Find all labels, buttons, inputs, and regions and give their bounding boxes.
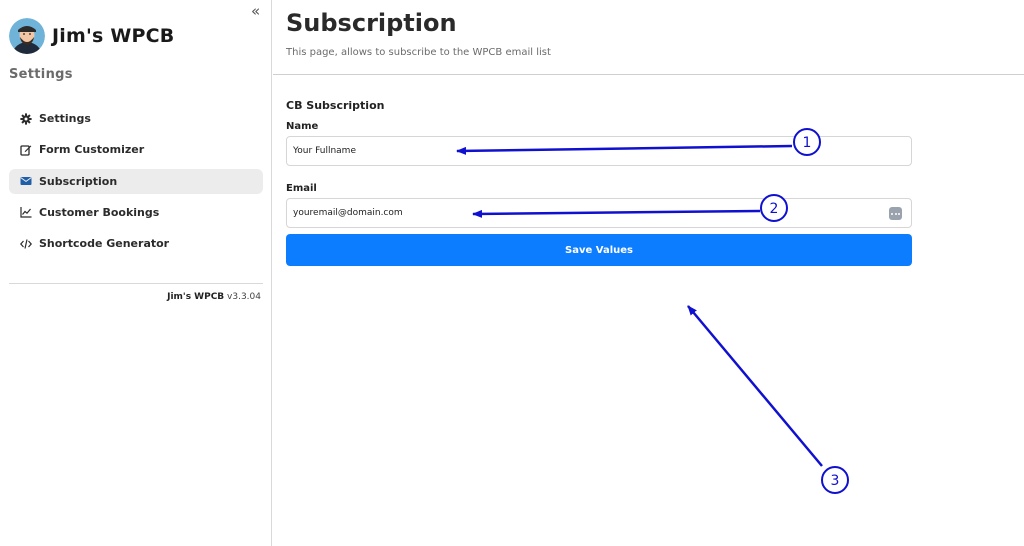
sidebar-nav: Settings Form Customizer Subscription Cu… (9, 106, 263, 262)
save-values-button[interactable]: Save Values (286, 234, 912, 266)
name-label: Name (286, 121, 319, 132)
line-chart-icon (20, 206, 32, 218)
gear-icon (20, 112, 32, 125)
sidebar-item-form-customizer[interactable]: Form Customizer (9, 137, 263, 162)
form-title: CB Subscription (286, 99, 385, 112)
brand: Jim's WPCB (9, 18, 174, 54)
sidebar-item-settings[interactable]: Settings (9, 106, 263, 131)
callout-number-3: 3 (831, 473, 840, 489)
code-icon (20, 238, 32, 250)
sidebar-item-label: Subscription (39, 174, 118, 188)
callout-circle-3 (821, 466, 849, 494)
sidebar-item-customer-bookings[interactable]: Customer Bookings (9, 200, 263, 225)
version-info: Jim's WPCB v3.3.04 (167, 292, 261, 302)
sidebar: « Jim's WPCB Settings Settings Form Cust… (0, 0, 272, 546)
avatar (9, 18, 45, 54)
name-field[interactable]: Your Fullname (286, 136, 912, 166)
sidebar-item-label: Form Customizer (39, 143, 145, 157)
email-field-value: youremail@domain.com (293, 208, 403, 218)
email-field[interactable]: youremail@domain.com (286, 198, 912, 228)
callout-arrow-3 (687, 305, 823, 467)
page-title: Subscription (286, 9, 457, 37)
version-number: v3.3.04 (227, 292, 261, 302)
autofill-icon[interactable] (889, 207, 902, 220)
sidebar-item-label: Shortcode Generator (39, 237, 170, 251)
edit-icon (20, 144, 32, 156)
version-name: Jim's WPCB (167, 292, 225, 302)
sidebar-item-shortcode-generator[interactable]: Shortcode Generator (9, 231, 263, 256)
sidebar-divider (9, 283, 263, 284)
page-subtitle: This page, allows to subscribe to the WP… (286, 47, 551, 58)
sidebar-item-label: Customer Bookings (39, 205, 160, 219)
email-label: Email (286, 183, 317, 194)
name-field-value: Your Fullname (293, 146, 356, 156)
sidebar-item-label: Settings (39, 112, 91, 125)
subscription-form: CB Subscription Name Your Fullname Email… (286, 99, 912, 266)
page-header: Subscription This page, allows to subscr… (273, 0, 1024, 75)
brand-name: Jim's WPCB (52, 25, 175, 47)
sidebar-item-subscription[interactable]: Subscription (9, 168, 263, 194)
envelope-icon (20, 175, 32, 187)
sidebar-section-title: Settings (9, 67, 73, 82)
collapse-sidebar-icon[interactable]: « (251, 3, 260, 19)
